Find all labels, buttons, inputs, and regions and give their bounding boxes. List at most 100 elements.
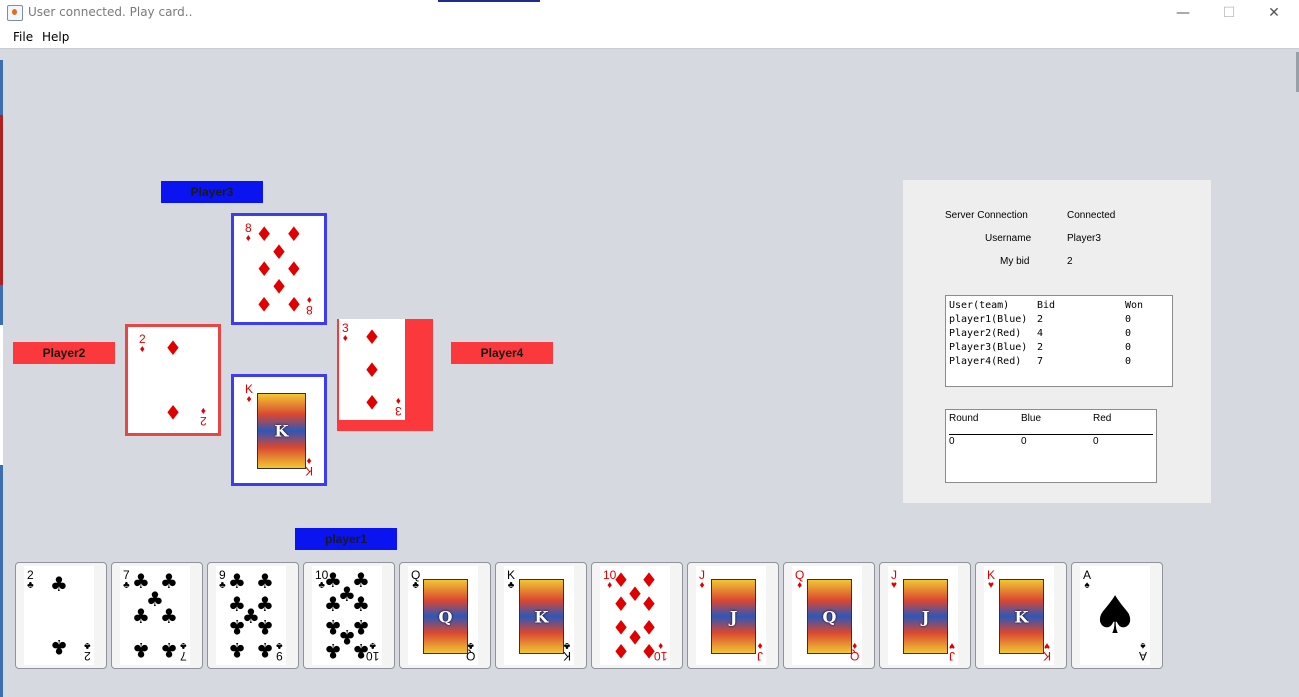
card-suit-icon: ♣ <box>84 640 91 651</box>
card-corner-index: A ♠ <box>1139 640 1147 663</box>
hand-card-k-10[interactable]: K ♥ K ♥ K <box>975 562 1067 669</box>
suit-pip-icon: ♣ <box>160 603 178 628</box>
card-face: 7 ♣ 7 ♣ ♣ ♣ ♣ ♣ ♣ ♣ ♣ <box>120 566 190 665</box>
card-corner-index: Q ♦ <box>795 569 804 591</box>
suit-pip-icon: ♣ <box>132 603 150 628</box>
face-card-portrait-icon: K <box>999 579 1044 654</box>
card-suit-icon: ♦ <box>139 344 145 355</box>
hand-card-9-2[interactable]: 9 ♣ 9 ♣ ♣ ♣ ♣ ♣ ♣ ♣ ♣ ♣ ♣ <box>207 562 299 669</box>
table-row: 0 <box>1125 314 1132 325</box>
card-8-diamonds: 8 ♦ 8 ♦ ♦ ♦ ♦ ♦ ♦ ♦ ♦ ♦ <box>242 219 316 319</box>
menu-bar: File Help <box>0 26 1299 49</box>
card-corner-index: 9 ♣ <box>276 640 283 663</box>
face-card-rank: Q <box>438 607 453 626</box>
hand-card-q-4[interactable]: Q ♣ Q ♣ Q <box>399 562 491 669</box>
face-card-portrait-icon: J <box>903 579 948 654</box>
card-corner-index: K ♣ <box>562 640 571 663</box>
card-corner-index: K ♥ <box>987 569 995 591</box>
suit-pip-icon: ♦ <box>612 591 630 616</box>
card-corner-index: K ♥ <box>1042 640 1051 663</box>
suit-pip-icon: ♣ <box>228 615 246 640</box>
suit-pip-icon: ♦ <box>363 389 381 414</box>
card-rank: K <box>562 649 571 663</box>
table-row: 0 <box>1021 436 1027 447</box>
hand-card-k-5[interactable]: K ♣ K ♣ K <box>495 562 587 669</box>
face-card-portrait-icon: J <box>711 579 756 654</box>
title-accent <box>438 0 540 2</box>
card-suit-icon: ♣ <box>276 640 283 651</box>
java-app-icon <box>7 5 23 21</box>
score-table: Round Blue Red 0 0 0 <box>945 409 1157 483</box>
hand-card-10-6[interactable]: 10 ♦ 10 ♦ ♦ ♦ ♦ ♦ ♦ ♦ ♦ ♦ ♦ ♦ <box>591 562 683 669</box>
table-row: 4 <box>1037 328 1044 339</box>
suit-pip-icon: ♦ <box>640 639 658 664</box>
card-face: K ♣ K ♣ K <box>504 566 574 665</box>
suit-pip-icon: ♣ <box>352 639 370 664</box>
hand-card-2-0[interactable]: 2 ♣ 2 ♣ ♣ ♣ <box>15 562 107 669</box>
card-corner-index: 2 ♣ <box>84 640 91 663</box>
suit-pip-icon: ♦ <box>164 400 182 424</box>
suit-pip-icon: ♦ <box>164 336 182 360</box>
suit-pip-icon: ♣ <box>160 638 178 663</box>
player-top-label: Player3 <box>161 181 263 203</box>
my-bid-value: 2 <box>1067 256 1073 267</box>
card-suit-icon: ♣ <box>123 580 130 591</box>
face-card-rank: K <box>274 421 289 441</box>
info-panel: Server Connection Connected Username Pla… <box>903 180 1211 503</box>
card-rank: 2 <box>200 414 207 428</box>
suit-pip-icon: ♣ <box>50 571 68 596</box>
card-rank: K <box>1042 649 1051 663</box>
card-suit-icon: ♠ <box>1084 580 1090 591</box>
server-connection-label: Server Connection <box>945 210 1028 221</box>
face-card-rank: J <box>921 607 930 626</box>
hand-card-7-1[interactable]: 7 ♣ 7 ♣ ♣ ♣ ♣ ♣ ♣ ♣ ♣ <box>111 562 203 669</box>
table-row: player1(Blue) <box>949 314 1028 325</box>
card-face: A ♠ A ♠ ♠ <box>1080 566 1150 665</box>
player-bottom-label: player1 <box>295 528 397 550</box>
hand-card-q-8[interactable]: Q ♦ Q ♦ Q <box>783 562 875 669</box>
minimize-button[interactable]: — <box>1160 0 1206 26</box>
card-face: 10 ♦ 10 ♦ ♦ ♦ ♦ ♦ ♦ ♦ ♦ ♦ ♦ ♦ <box>600 566 670 665</box>
table-row: Player3(Blue) <box>949 342 1028 353</box>
suit-pip-icon: ♣ <box>256 568 274 593</box>
score-header-blue: Blue <box>1021 413 1042 424</box>
table-row: 2 <box>1037 342 1044 353</box>
card-corner-index: A ♠ <box>1083 569 1091 591</box>
table-row: 0 <box>1125 328 1132 339</box>
card-suit-icon: ♣ <box>563 640 571 651</box>
face-card-portrait-icon: Q <box>807 579 852 654</box>
table-row: Player2(Red) <box>949 328 1022 339</box>
table-row: 2 <box>1037 314 1044 325</box>
maximize-button[interactable]: ☐ <box>1206 0 1252 26</box>
card-suit-icon: ♥ <box>949 640 955 651</box>
card-suit-icon: ♥ <box>891 580 897 591</box>
table-row: 0 <box>1125 342 1132 353</box>
table-row: Player4(Red) <box>949 356 1022 367</box>
suit-pip-icon: ♦ <box>612 639 630 664</box>
suit-pip-icon: ♣ <box>256 638 274 663</box>
suit-pip-icon: ♣ <box>324 639 342 664</box>
face-card-portrait-icon: K <box>257 393 306 469</box>
close-button[interactable]: ✕ <box>1251 0 1297 26</box>
menu-file[interactable]: File <box>13 30 33 44</box>
card-face: K ♥ K ♥ K <box>984 566 1054 665</box>
card-corner-index: 9 ♣ <box>219 569 226 591</box>
card-corner-index: 2 ♦ <box>200 405 207 428</box>
card-rank: J <box>757 649 763 663</box>
hand-card-a-11[interactable]: A ♠ A ♠ ♠ <box>1071 562 1163 669</box>
menu-help[interactable]: Help <box>42 30 69 44</box>
card-face: J ♥ J ♥ J <box>888 566 958 665</box>
card-suit-icon: ♣ <box>219 580 226 591</box>
table-row: 0 <box>1125 356 1132 367</box>
hand-card-j-9[interactable]: J ♥ J ♥ J <box>879 562 971 669</box>
hand-card-10-3[interactable]: 10 ♣ 10 ♣ ♣ ♣ ♣ ♣ ♣ ♣ ♣ ♣ ♣ ♣ <box>303 562 395 669</box>
face-card-rank: J <box>729 607 738 626</box>
suit-pip-icon: ♦ <box>640 591 658 616</box>
card-rank: J <box>949 649 955 663</box>
suit-pip-icon: ♣ <box>324 591 342 616</box>
card-corner-index: J ♦ <box>757 640 763 663</box>
card-corner-index: 7 ♣ <box>123 569 130 591</box>
card-corner-index: K ♦ <box>305 455 313 478</box>
card-rank: 3 <box>395 404 402 418</box>
hand-card-j-7[interactable]: J ♦ J ♦ J <box>687 562 779 669</box>
